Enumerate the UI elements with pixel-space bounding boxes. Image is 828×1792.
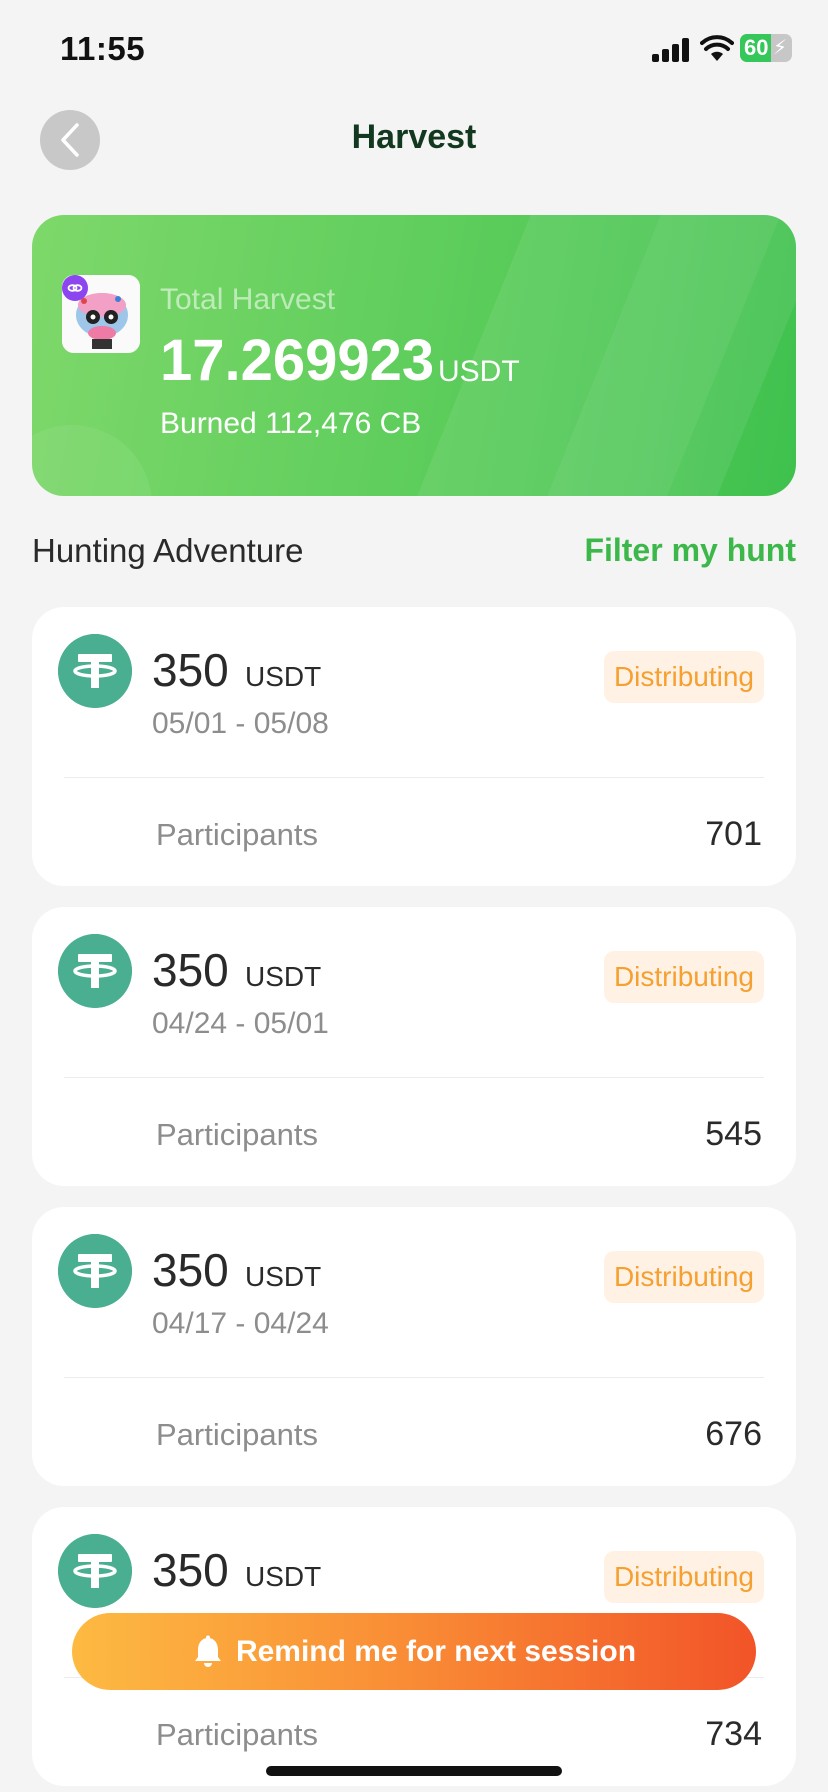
status-bar: 11:55 60 ⚡ <box>0 0 828 90</box>
participants-count: 545 <box>705 1115 762 1153</box>
remind-button-label: Remind me for next session <box>235 1634 637 1668</box>
reward-unit: USDT <box>245 961 322 992</box>
divider <box>64 1077 764 1078</box>
participants-label: Participants <box>156 1417 318 1452</box>
status-badge: Distributing <box>603 951 764 1003</box>
chain-link-icon <box>62 275 88 301</box>
reward-amount: 350 <box>152 644 229 696</box>
date-range: 05/01 - 05/08 <box>152 707 329 740</box>
usdt-token-icon <box>58 934 132 1008</box>
reward-unit: USDT <box>245 1561 322 1592</box>
divider <box>64 1377 764 1378</box>
usdt-token-icon <box>58 1234 132 1308</box>
hunt-card[interactable]: 350 USDT 04/17 - 04/24 Distributing Part… <box>32 1207 796 1486</box>
total-harvest-unit: USDT <box>438 355 520 388</box>
reward-amount: 350 <box>152 1544 229 1596</box>
divider <box>64 777 764 778</box>
bell-icon <box>194 1635 221 1667</box>
battery-percentage: 60 <box>744 35 769 60</box>
usdt-token-icon <box>58 1534 132 1608</box>
status-badge: Distributing <box>603 1251 764 1303</box>
usdt-token-icon <box>58 634 132 708</box>
participants-count: 734 <box>705 1715 762 1753</box>
wifi-icon <box>700 35 734 61</box>
filter-my-hunt-link[interactable]: Filter my hunt <box>584 532 796 569</box>
page-title: Harvest <box>351 118 477 156</box>
status-badge: Distributing <box>603 1551 764 1603</box>
participants-label: Participants <box>156 817 318 852</box>
participants-label: Participants <box>156 1717 318 1752</box>
total-harvest-label: Total Harvest <box>160 283 336 316</box>
reward-unit: USDT <box>245 661 322 692</box>
home-indicator[interactable] <box>266 1766 562 1776</box>
participants-count: 701 <box>705 815 762 853</box>
reward-unit: USDT <box>245 1261 322 1292</box>
total-harvest-amount: 17.269923 <box>160 328 435 393</box>
hunt-card[interactable]: 350 USDT 04/24 - 05/01 Distributing Part… <box>32 907 796 1186</box>
date-range: 04/24 - 05/01 <box>152 1007 329 1040</box>
status-badge: Distributing <box>603 651 764 703</box>
participants-label: Participants <box>156 1117 318 1152</box>
status-time: 11:55 <box>60 30 146 67</box>
remind-me-button[interactable]: Remind me for next session <box>72 1613 756 1690</box>
total-harvest-card: Total Harvest 17.269923 USDT Burned 112,… <box>32 215 796 496</box>
burned-amount: Burned 112,476 CB <box>160 407 422 440</box>
section-title: Hunting Adventure <box>32 532 304 569</box>
date-range: 04/17 - 04/24 <box>152 1307 329 1340</box>
card-decoration <box>32 425 152 496</box>
participants-count: 676 <box>705 1415 762 1453</box>
hunt-card[interactable]: 350 USDT 05/01 - 05/08 Distributing Part… <box>32 607 796 886</box>
battery-icon: 60 ⚡ <box>740 34 792 62</box>
charging-bolt-icon: ⚡ <box>773 37 788 59</box>
reward-amount: 350 <box>152 944 229 996</box>
app-screen: 11:55 60 ⚡ Harvest Total Harvest 17.2699… <box>0 0 828 1792</box>
reward-amount: 350 <box>152 1244 229 1296</box>
cellular-signal-icon <box>652 38 690 62</box>
